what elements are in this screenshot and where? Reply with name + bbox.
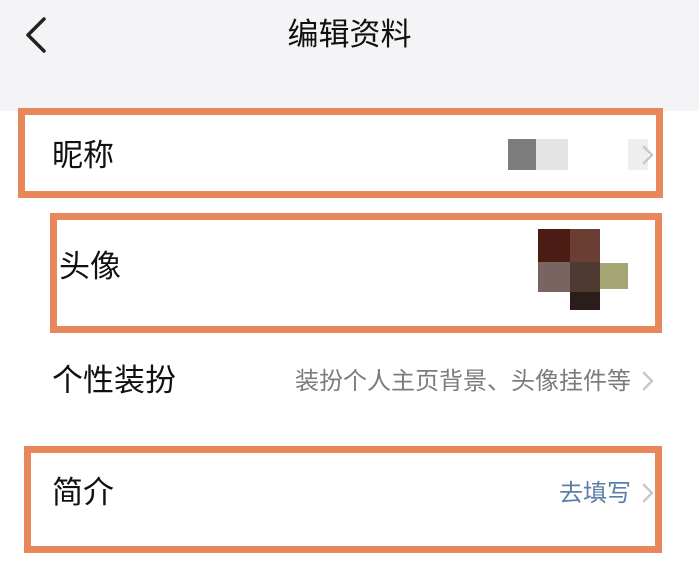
bio-row[interactable]: 简介 去填写: [0, 441, 699, 554]
bio-label: 简介: [52, 475, 114, 511]
nickname-row[interactable]: 昵称: [0, 111, 699, 224]
bio-fill-link[interactable]: 去填写: [559, 477, 631, 509]
nickname-label: 昵称: [52, 138, 114, 174]
chevron-right-icon: [642, 371, 654, 391]
decoration-value: 装扮个人主页背景、头像挂件等: [295, 367, 631, 395]
decoration-label: 个性装扮: [52, 363, 176, 399]
nav-bar: 编辑资料: [0, 0, 699, 70]
decoration-row[interactable]: 个性装扮 装扮个人主页背景、头像挂件等: [0, 327, 699, 440]
avatar-label: 头像: [59, 249, 121, 285]
edit-profile-screen: 编辑资料 昵称 头像 个性装扮 装扮个人主页背景、头像挂件等 简介 去填写: [0, 0, 699, 564]
avatar-row[interactable]: 头像: [0, 214, 699, 327]
chevron-right-icon: [642, 145, 654, 165]
chevron-right-icon: [642, 483, 654, 503]
profile-settings-list: 昵称 头像 个性装扮 装扮个人主页背景、头像挂件等 简介 去填写: [0, 111, 699, 564]
page-title: 编辑资料: [287, 17, 412, 53]
